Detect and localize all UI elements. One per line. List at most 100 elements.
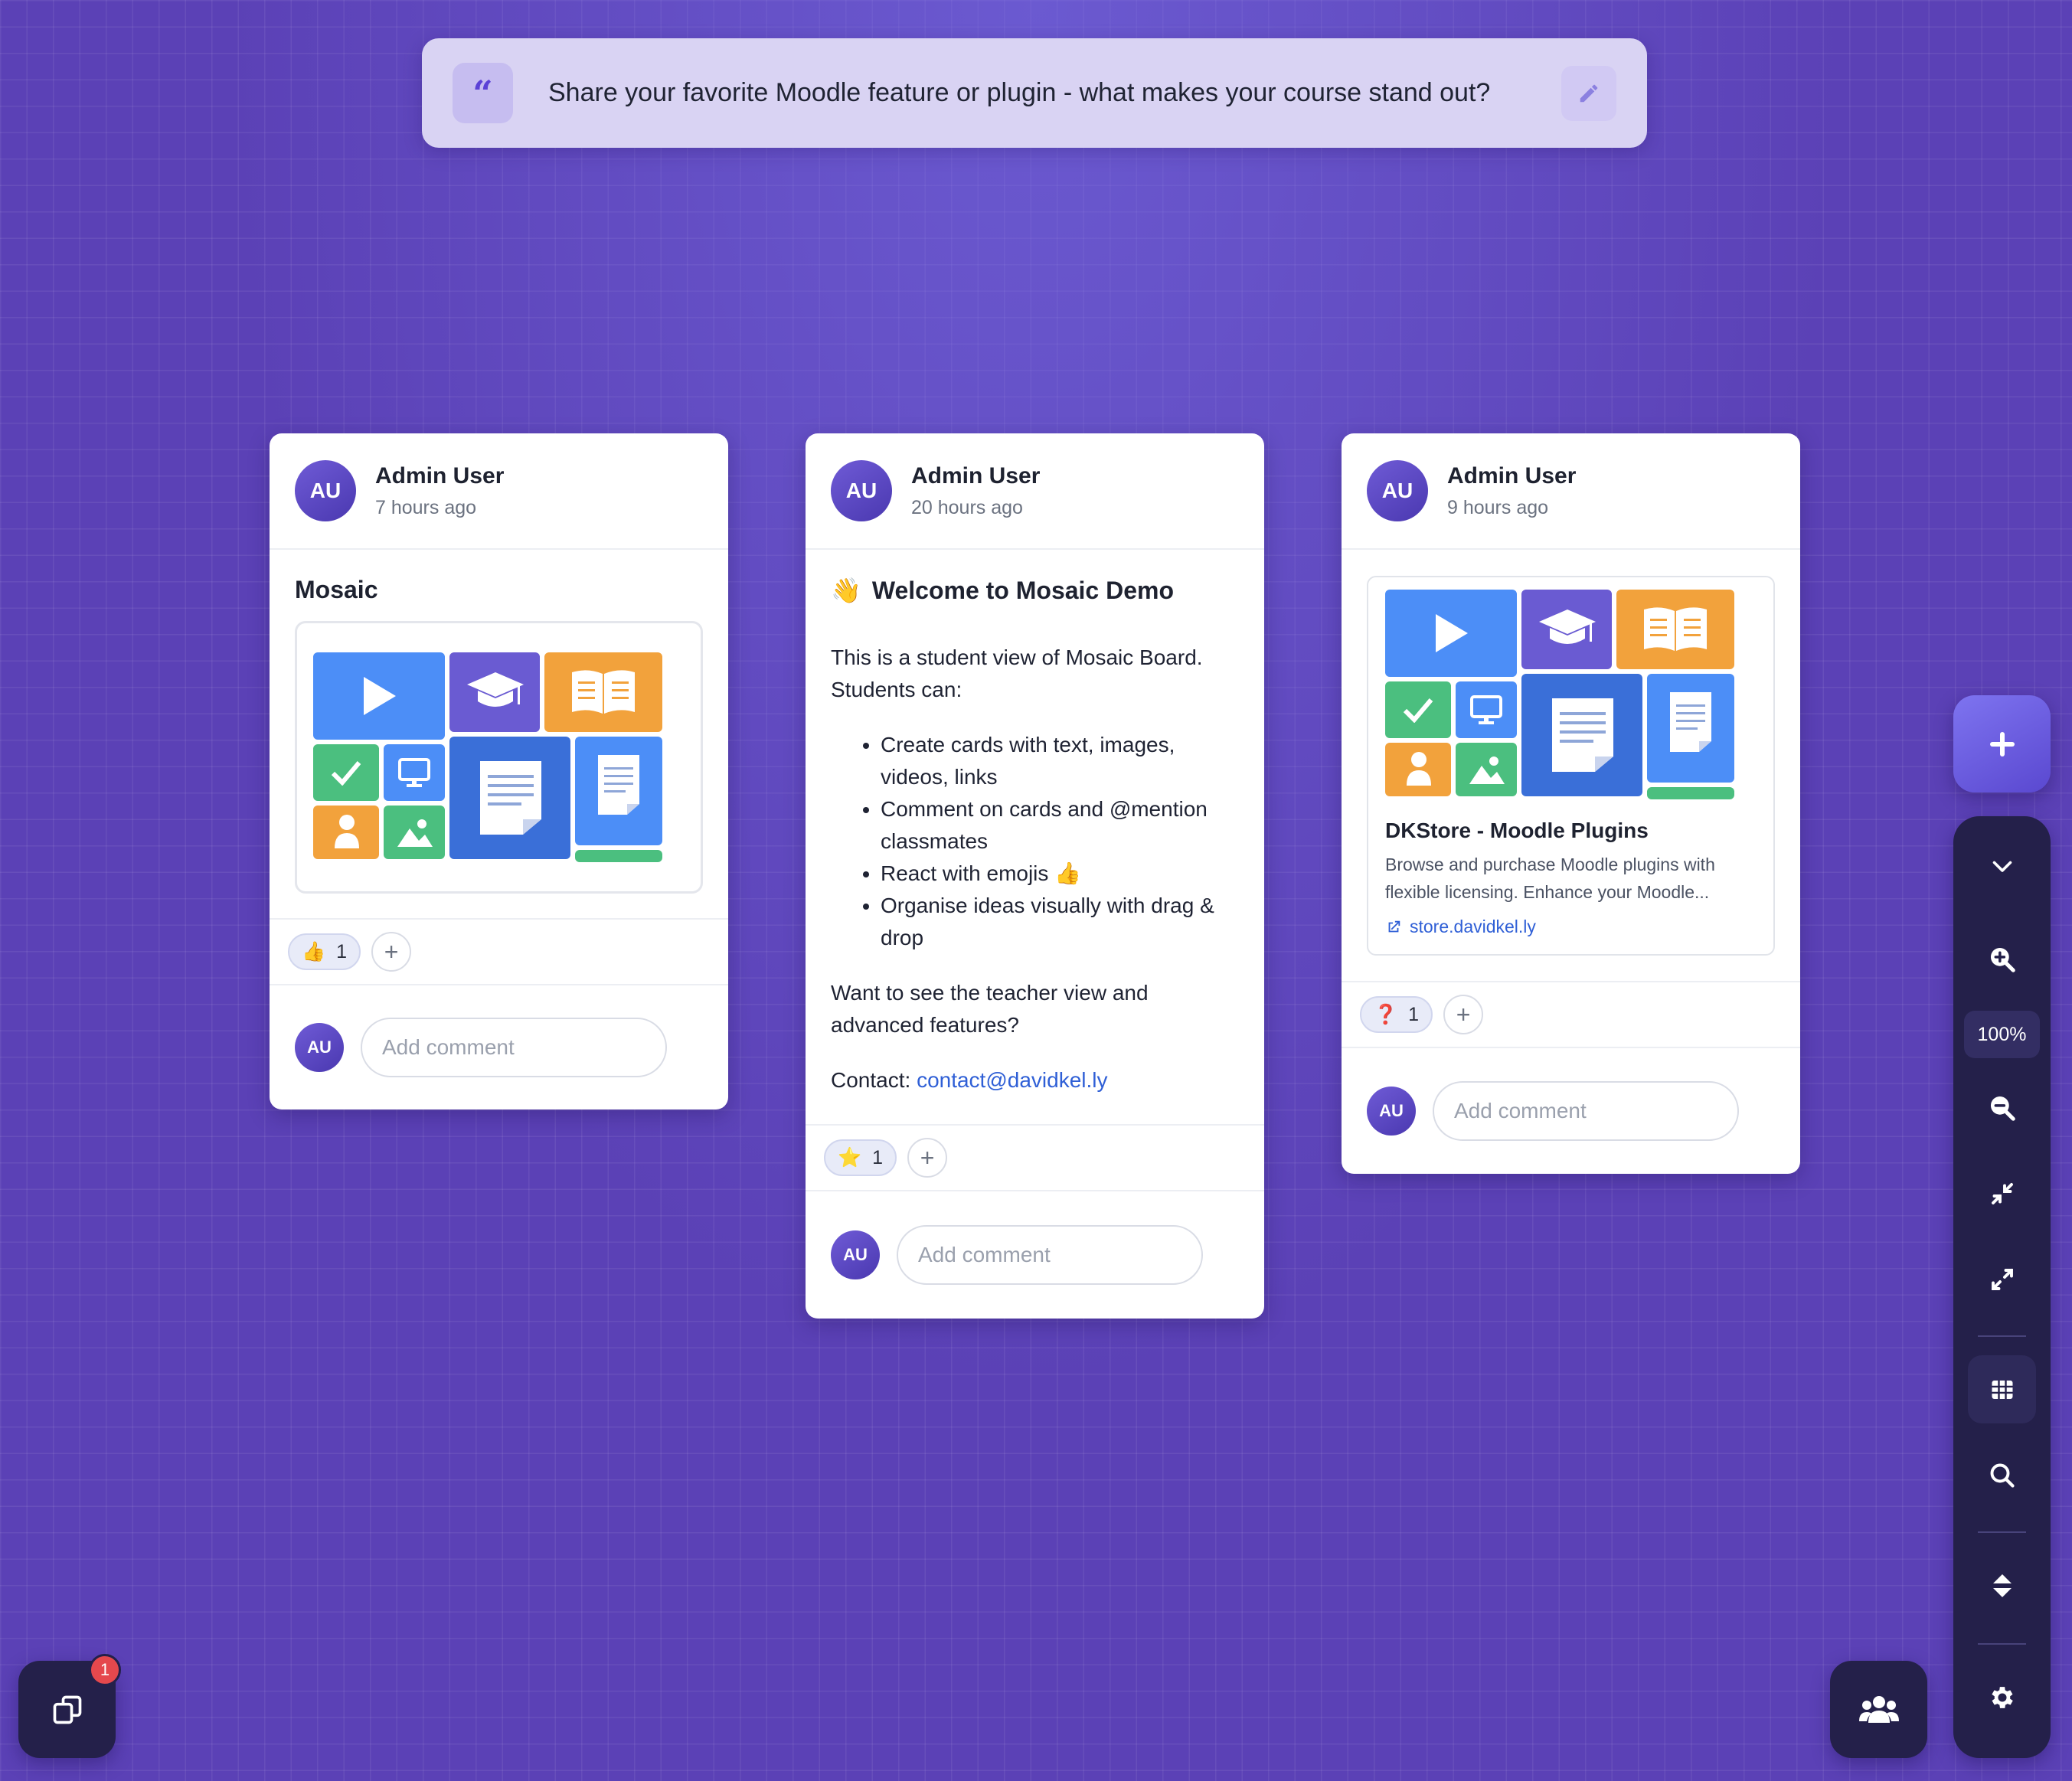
- document-icon: [480, 761, 541, 835]
- zoom-level[interactable]: 100%: [1964, 1011, 2040, 1058]
- settings-button[interactable]: [1968, 1663, 2036, 1731]
- check-icon: [1403, 698, 1433, 723]
- play-icon: [1436, 614, 1468, 652]
- plus-icon: +: [920, 1143, 935, 1172]
- author-name: Admin User: [911, 462, 1041, 489]
- monitor-icon: [1470, 695, 1502, 724]
- search-button[interactable]: [1968, 1441, 2036, 1509]
- graduation-cap-icon: [1539, 609, 1596, 644]
- edit-prompt-button[interactable]: [1561, 65, 1616, 121]
- users-icon: [1858, 1695, 1899, 1723]
- zoom-out-button[interactable]: [1968, 1074, 2036, 1142]
- comment-input[interactable]: [361, 1018, 667, 1077]
- card-description: This is a student view of Mosaic Board. …: [831, 642, 1239, 1096]
- gear-icon: [1991, 1686, 2013, 1708]
- link-url[interactable]: store.davidkel.ly: [1385, 917, 1757, 937]
- file-icon: [1670, 692, 1711, 752]
- add-card-button[interactable]: [1953, 695, 2051, 792]
- board-toolbar: 100%: [1953, 816, 2051, 1758]
- question-mark-icon: ❓: [1374, 1003, 1398, 1025]
- commenter-avatar: AU: [831, 1230, 880, 1279]
- book-icon: [572, 670, 635, 714]
- fit-to-screen-button[interactable]: [1968, 1159, 2036, 1227]
- reaction-count: 1: [872, 1146, 884, 1168]
- link-url-text: store.davidkel.ly: [1410, 917, 1536, 936]
- card-header: AU Admin User 20 hours ago: [806, 433, 1264, 550]
- list-item: Organise ideas visually with drag & drop: [881, 890, 1239, 954]
- avatar[interactable]: AU: [295, 460, 356, 521]
- copy-icon: [53, 1695, 81, 1724]
- comment-row: AU: [270, 985, 728, 1109]
- collapse-toolbar-button[interactable]: [1968, 832, 2036, 900]
- post-time: 9 hours ago: [1447, 496, 1549, 518]
- plus-icon: +: [1456, 1000, 1471, 1028]
- card-welcome[interactable]: AU Admin User 20 hours ago 👋 Welcome to …: [806, 433, 1264, 1319]
- card-title: Mosaic: [295, 576, 378, 603]
- toolbar-divider: [1978, 1531, 2026, 1533]
- waving-hand-icon: 👋: [831, 577, 861, 604]
- reactions-bar: ❓ 1 +: [1342, 981, 1800, 1048]
- link-title: DKStore - Moodle Plugins: [1385, 819, 1649, 842]
- play-icon: [364, 677, 396, 715]
- commenter-avatar: AU: [1367, 1087, 1416, 1136]
- external-link-icon: [1388, 920, 1400, 932]
- contact-label: Contact:: [831, 1068, 917, 1092]
- check-icon: [331, 761, 361, 786]
- board-prompt: “ Share your favorite Moodle feature or …: [422, 38, 1647, 148]
- add-reaction-button[interactable]: +: [907, 1138, 948, 1178]
- feature-list: Create cards with text, images, videos, …: [831, 729, 1239, 954]
- star-icon: ⭐: [838, 1146, 862, 1168]
- link-preview-image: [1385, 590, 1737, 800]
- link-description: Browse and purchase Moodle plugins with …: [1385, 855, 1715, 902]
- card-intro: This is a student view of Mosaic Board. …: [831, 645, 1203, 701]
- author-name: Admin User: [375, 462, 505, 489]
- comment-row: AU: [1342, 1048, 1800, 1174]
- add-reaction-button[interactable]: +: [371, 932, 412, 972]
- search-icon: [1990, 1463, 2015, 1488]
- reactions-bar: 👍 1 +: [270, 918, 728, 985]
- toolbar-divider: [1978, 1643, 2026, 1645]
- contact-email-link[interactable]: contact@davidkel.ly: [917, 1068, 1107, 1092]
- reaction-count: 1: [1408, 1003, 1420, 1025]
- graduation-cap-icon: [467, 672, 524, 707]
- avatar[interactable]: AU: [1367, 460, 1428, 521]
- card-mosaic[interactable]: AU Admin User 7 hours ago Mosaic 👍 1 + A…: [270, 433, 728, 1109]
- person-icon: [1407, 752, 1431, 786]
- card-dkstore[interactable]: AU Admin User 9 hours ago DKStore - Mood…: [1342, 433, 1800, 1174]
- author-name: Admin User: [1447, 462, 1577, 489]
- thumbs-up-icon: 👍: [302, 940, 326, 962]
- expand-icon: [1991, 1268, 2013, 1290]
- card-header: AU Admin User 9 hours ago: [1342, 433, 1800, 550]
- pencil-icon: [1580, 84, 1598, 102]
- chevron-down-icon: [1992, 861, 2012, 872]
- zoom-out-icon: [1990, 1096, 2015, 1121]
- card-title: 👋 Welcome to Mosaic Demo: [831, 576, 1239, 605]
- reaction-thumbs-up[interactable]: 👍 1: [288, 933, 361, 970]
- reaction-count: 1: [336, 940, 348, 962]
- book-icon: [1644, 607, 1707, 651]
- grid-toggle-button[interactable]: [1968, 1355, 2036, 1423]
- reaction-star[interactable]: ⭐ 1: [824, 1139, 897, 1176]
- fullscreen-button[interactable]: [1968, 1245, 2036, 1313]
- avatar[interactable]: AU: [831, 460, 892, 521]
- compress-icon: [1991, 1182, 2013, 1204]
- reactions-bar: ⭐ 1 +: [806, 1124, 1264, 1191]
- comment-input[interactable]: [897, 1225, 1203, 1285]
- card-header: AU Admin User 7 hours ago: [270, 433, 728, 550]
- comment-input[interactable]: [1433, 1081, 1739, 1141]
- zoom-in-button[interactable]: [1968, 925, 2036, 993]
- add-reaction-button[interactable]: +: [1443, 995, 1484, 1034]
- participants-button[interactable]: [1830, 1661, 1927, 1758]
- card-image[interactable]: [295, 621, 703, 894]
- person-icon: [335, 815, 359, 848]
- list-item: React with emojis 👍: [881, 858, 1239, 890]
- link-preview[interactable]: DKStore - Moodle Plugins Browse and purc…: [1367, 576, 1775, 956]
- zoom-in-icon: [1990, 947, 2015, 972]
- reaction-question[interactable]: ❓ 1: [1360, 996, 1433, 1033]
- toolbar-divider: [1978, 1335, 2026, 1337]
- plus-icon: [1989, 731, 2015, 757]
- quote-icon: “: [453, 63, 513, 123]
- sort-button[interactable]: [1968, 1551, 2036, 1619]
- card-title-text: Welcome to Mosaic Demo: [871, 576, 1175, 604]
- contact-line: Contact: contact@davidkel.ly: [831, 1064, 1239, 1096]
